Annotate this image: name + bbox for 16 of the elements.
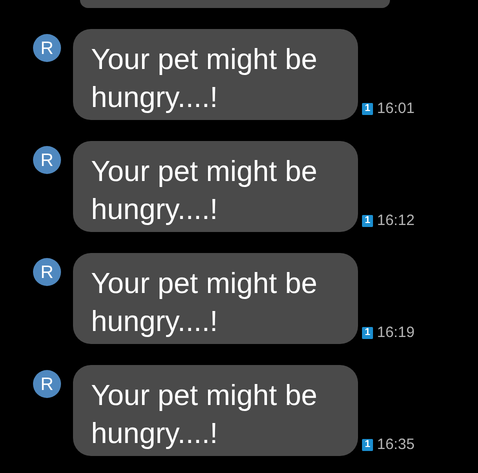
contact-avatar[interactable]: R bbox=[33, 258, 61, 286]
message-time: 16:12 bbox=[377, 212, 415, 229]
sim-badge: 1 bbox=[362, 102, 373, 114]
sim-badge: 1 bbox=[362, 438, 373, 450]
sim-badge: 1 bbox=[362, 214, 373, 226]
message-bubble: Your pet might be hungry....! bbox=[73, 29, 358, 120]
message-time: 16:35 bbox=[377, 436, 415, 453]
sim-badge: 1 bbox=[362, 326, 373, 338]
message-time: 16:19 bbox=[377, 324, 415, 341]
message-bubble: Your pet might be hungry....! bbox=[73, 253, 358, 344]
contact-avatar[interactable]: R bbox=[33, 146, 61, 174]
message-bubble: Your pet might be hungry....! bbox=[73, 141, 358, 232]
contact-avatar[interactable]: R bbox=[33, 34, 61, 62]
contact-avatar[interactable]: R bbox=[33, 370, 61, 398]
message-time: 16:01 bbox=[377, 100, 415, 117]
message-bubble: Your pet might be hungry....! bbox=[73, 365, 358, 456]
